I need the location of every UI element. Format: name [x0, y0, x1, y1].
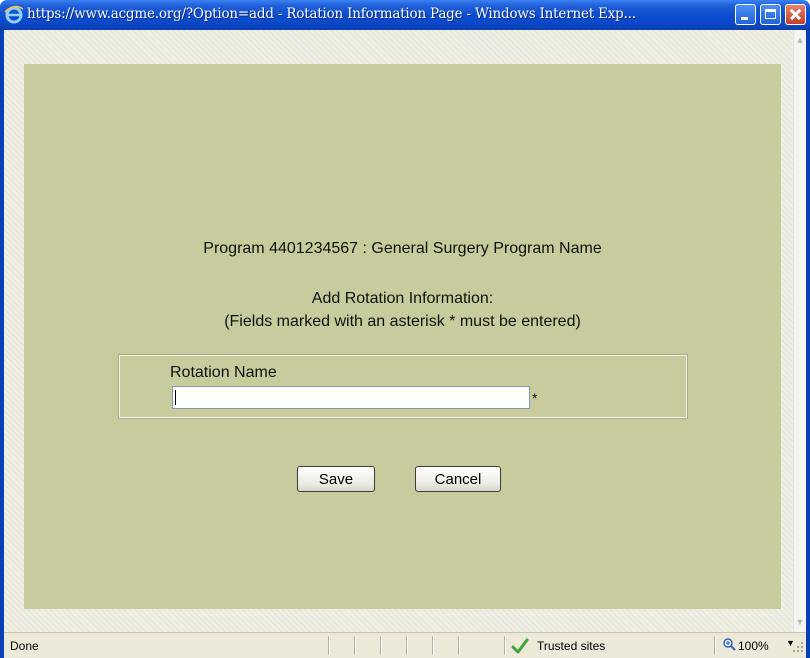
required-note: (Fields marked with an asterisk * must b… [224, 313, 581, 330]
status-divider [458, 636, 459, 655]
ie-icon [4, 5, 24, 24]
status-bar: Done Trusted sites 100% ▼ [4, 632, 806, 658]
status-divider [354, 636, 355, 655]
status-divider [380, 636, 381, 655]
status-divider [328, 636, 329, 655]
save-button[interactable]: Save [297, 466, 375, 492]
minimize-button[interactable] [735, 4, 756, 25]
form-title: Add Rotation Information: [311, 290, 494, 307]
status-divider [504, 636, 505, 655]
checkmark-icon [511, 638, 529, 654]
zoom-control[interactable]: 100% ▼ [722, 636, 795, 656]
form-panel: Program 4401234567 : General Surgery Pro… [24, 64, 781, 609]
program-heading: Program 4401234567 : General Surgery Pro… [203, 240, 602, 257]
rotation-name-input[interactable] [172, 386, 530, 409]
rotation-name-label: Rotation Name [170, 364, 277, 381]
window-frame-right [806, 30, 810, 658]
scroll-down-icon[interactable]: ▼ [794, 614, 806, 630]
required-asterisk: * [532, 390, 538, 406]
magnifier-icon [723, 638, 736, 651]
cancel-button[interactable]: Cancel [415, 466, 501, 492]
vertical-scrollbar[interactable]: ▲ ▼ [793, 30, 806, 632]
maximize-button[interactable] [760, 4, 781, 25]
page-content: Program 4401234567 : General Surgery Pro… [4, 30, 793, 632]
rotation-fieldset: Rotation Name * [118, 354, 688, 419]
security-zone[interactable]: Trusted sites [511, 637, 621, 655]
close-button[interactable] [785, 4, 806, 25]
scroll-up-icon[interactable]: ▲ [794, 32, 806, 48]
resize-grip-icon[interactable] [792, 641, 804, 653]
status-divider [432, 636, 433, 655]
zone-label: Trusted sites [537, 639, 606, 653]
status-text: Done [10, 639, 39, 653]
status-divider [714, 636, 715, 655]
window-title: https://www.acgme.org/?Option=add - Rota… [27, 6, 636, 22]
window-titlebar[interactable]: https://www.acgme.org/?Option=add - Rota… [0, 0, 810, 30]
text-caret [175, 390, 176, 405]
zoom-level: 100% [738, 639, 769, 653]
status-divider [406, 636, 407, 655]
